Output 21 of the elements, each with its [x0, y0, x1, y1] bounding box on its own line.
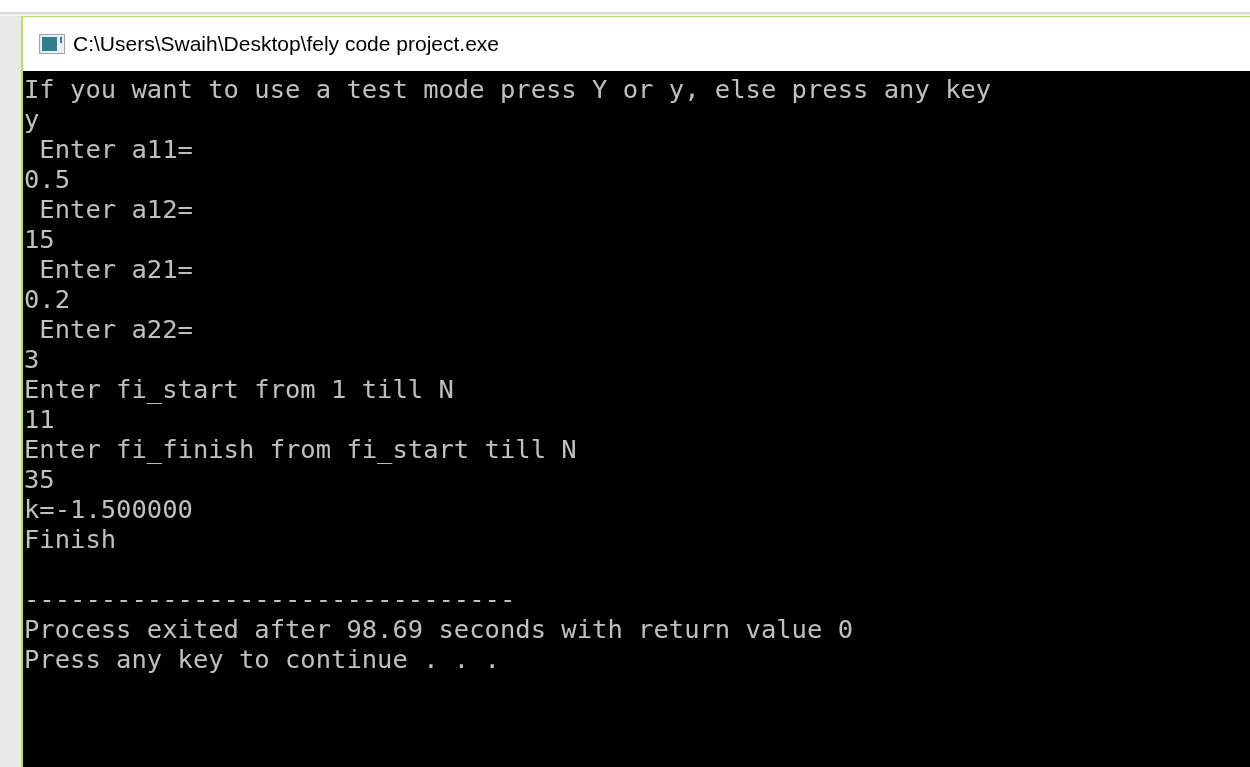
- console-line: k=-1.500000: [24, 494, 193, 524]
- console-line: Process exited after 98.69 seconds with return value 0: [24, 614, 854, 644]
- console-line: --------------------------------: [24, 584, 516, 614]
- console-line: Enter a11=: [38, 134, 193, 164]
- console-line: 0.2: [24, 284, 71, 314]
- console-line: Finish: [24, 524, 117, 554]
- console-line: Enter a22=: [38, 314, 193, 344]
- console-line: Press any key to continue . . .: [24, 644, 500, 674]
- window-title: C:\Users\Swaih\Desktop\fely code project.exe: [73, 32, 500, 56]
- console-line: 0.5: [24, 164, 71, 194]
- console-line: Enter a12=: [38, 194, 193, 224]
- console-line: Enter fi_start from 1 till N: [24, 374, 454, 404]
- console-line: y: [24, 104, 40, 134]
- console-line: 35: [24, 464, 55, 494]
- console-line: 3: [24, 344, 40, 374]
- console-line: Enter fi_finish from fi_start till N: [24, 434, 577, 464]
- console-line: 15: [24, 224, 55, 254]
- console-line: Enter a21=: [38, 254, 193, 284]
- console-line: If you want to use a test mode press Y or y, else press any key: [24, 74, 992, 104]
- console-app-icon: [39, 34, 65, 54]
- console-line: 11: [24, 404, 55, 434]
